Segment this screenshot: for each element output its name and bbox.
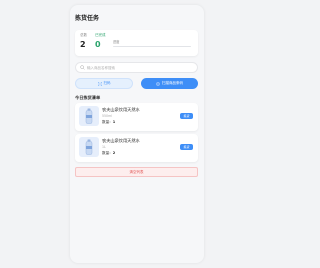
clear-list-button[interactable]: 清空列表 bbox=[75, 167, 198, 177]
bottle-icon bbox=[85, 139, 93, 155]
scan-button[interactable]: 扫码 bbox=[75, 78, 133, 89]
item-spec: 1L bbox=[102, 145, 106, 149]
stat-done-value: 0 bbox=[95, 40, 101, 49]
product-thumbnail bbox=[79, 106, 99, 126]
list-item[interactable]: 农夫山泉饮用天然水 1L 数量：2 拣货 bbox=[75, 134, 198, 162]
stat-total: 总数 2 bbox=[80, 33, 87, 49]
pick-button[interactable]: 拣货 bbox=[180, 113, 193, 119]
stat-total-label: 总数 bbox=[80, 33, 87, 37]
item-quantity: 数量：1 bbox=[102, 120, 115, 125]
page-title: 拣货任务 bbox=[75, 15, 100, 22]
item-name: 农夫山泉饮用天然水 bbox=[102, 107, 140, 112]
progress-track bbox=[113, 46, 191, 48]
scan-barcode-button[interactable]: 扫描商品条码 bbox=[141, 78, 198, 89]
list-item[interactable]: 农夫山泉饮用天然水 550ml 数量：1 拣货 bbox=[75, 103, 198, 131]
search-bar[interactable] bbox=[75, 62, 198, 73]
phone-screen: 拣货任务 总数 2 已完成 0 进度 扫码 bbox=[70, 5, 204, 263]
search-input[interactable] bbox=[87, 63, 192, 73]
list-title: 今日拣货清单 bbox=[75, 95, 101, 100]
scan-button-label: 扫码 bbox=[103, 81, 111, 85]
item-spec: 550ml bbox=[102, 114, 113, 118]
stat-done: 已完成 0 bbox=[95, 33, 106, 49]
scan-icon bbox=[97, 81, 102, 86]
product-thumbnail bbox=[79, 137, 99, 157]
stats-card: 总数 2 已完成 0 进度 bbox=[75, 30, 198, 56]
item-name: 农夫山泉饮用天然水 bbox=[102, 138, 140, 143]
progress-label: 进度 bbox=[113, 40, 120, 44]
item-quantity-label: 数量： bbox=[102, 151, 113, 155]
stat-done-label: 已完成 bbox=[95, 33, 106, 37]
item-quantity-label: 数量： bbox=[102, 120, 113, 124]
item-quantity-value: 2 bbox=[112, 151, 116, 155]
pick-button[interactable]: 拣货 bbox=[180, 144, 193, 150]
progress: 进度 bbox=[113, 39, 191, 48]
stat-total-value: 2 bbox=[80, 40, 86, 49]
scan-barcode-button-label: 扫描商品条码 bbox=[162, 81, 183, 85]
item-quantity: 数量：2 bbox=[102, 151, 115, 156]
item-quantity-value: 1 bbox=[112, 120, 116, 124]
search-icon bbox=[80, 65, 85, 70]
bottle-icon bbox=[85, 108, 93, 124]
plus-circle-icon bbox=[156, 81, 160, 86]
